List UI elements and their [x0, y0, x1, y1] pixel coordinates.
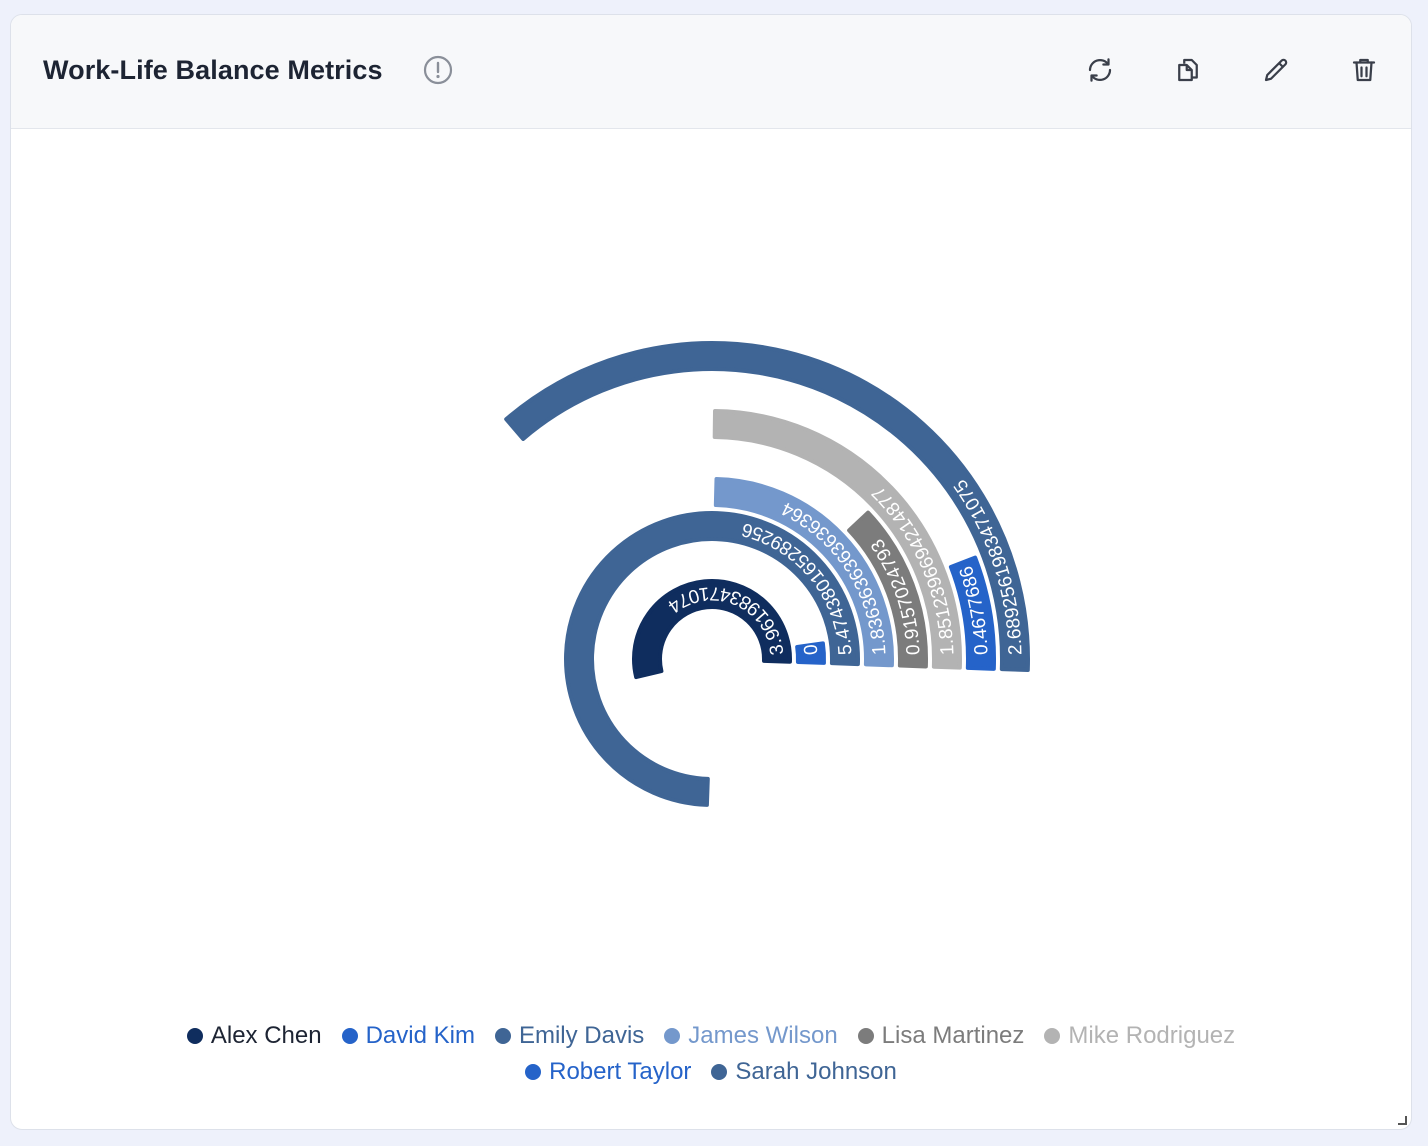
legend-marker-icon — [494, 1028, 511, 1044]
legend-row: Robert Taylor Sarah Johnson — [11, 1054, 1411, 1090]
legend-item-david-kim[interactable]: David Kim — [341, 1018, 475, 1054]
legend-label: Robert Taylor — [549, 1058, 692, 1085]
legend-marker-icon — [711, 1064, 728, 1080]
legend-item-alex-chen[interactable]: Alex Chen — [186, 1018, 322, 1054]
legend-marker-icon — [857, 1028, 874, 1044]
legend-label: Alex Chen — [210, 1022, 322, 1049]
radial-bar-chart: 3.9619834710740.05.4743801652892561.8363… — [11, 15, 1030, 807]
legend-label: Emily Davis — [518, 1022, 645, 1049]
chart-card: Work-Life Balance Metrics 3.961983471074… — [10, 14, 1412, 1130]
legend-row: Alex Chen David Kim Emily Davis James Wilso… — [11, 1018, 1411, 1054]
legend-label: James Wilson — [688, 1022, 838, 1049]
legend-item-sarah-johnson[interactable]: Sarah Johnson — [711, 1054, 897, 1090]
legend-item-robert-taylor[interactable]: Robert Taylor — [525, 1054, 691, 1090]
legend-item-emily-davis[interactable]: Emily Davis — [494, 1018, 645, 1054]
resize-grip-icon[interactable] — [1397, 1115, 1407, 1125]
legend-label: Mike Rodriguez — [1068, 1022, 1236, 1049]
legend-item-mike-rodriguez[interactable]: Mike Rodriguez — [1044, 1018, 1235, 1054]
data-label-alex-chen: 3.961983471074 — [664, 582, 789, 656]
legend-label: Lisa Martinez — [881, 1022, 1025, 1049]
legend-item-james-wilson[interactable]: James Wilson — [664, 1018, 838, 1054]
legend-marker-icon — [186, 1028, 203, 1044]
data-label-david-kim: 0.0 — [11, 15, 823, 656]
legend-marker-icon — [1044, 1028, 1061, 1044]
legend-label: David Kim — [365, 1022, 475, 1049]
legend-marker-icon — [341, 1028, 358, 1044]
legend-marker-icon — [664, 1028, 681, 1044]
legend-marker-icon — [525, 1064, 542, 1080]
legend-item-lisa-martinez[interactable]: Lisa Martinez — [857, 1018, 1025, 1054]
chart-legend: Alex Chen David Kim Emily Davis James Wilso… — [11, 1018, 1411, 1090]
legend-label: Sarah Johnson — [735, 1058, 897, 1085]
